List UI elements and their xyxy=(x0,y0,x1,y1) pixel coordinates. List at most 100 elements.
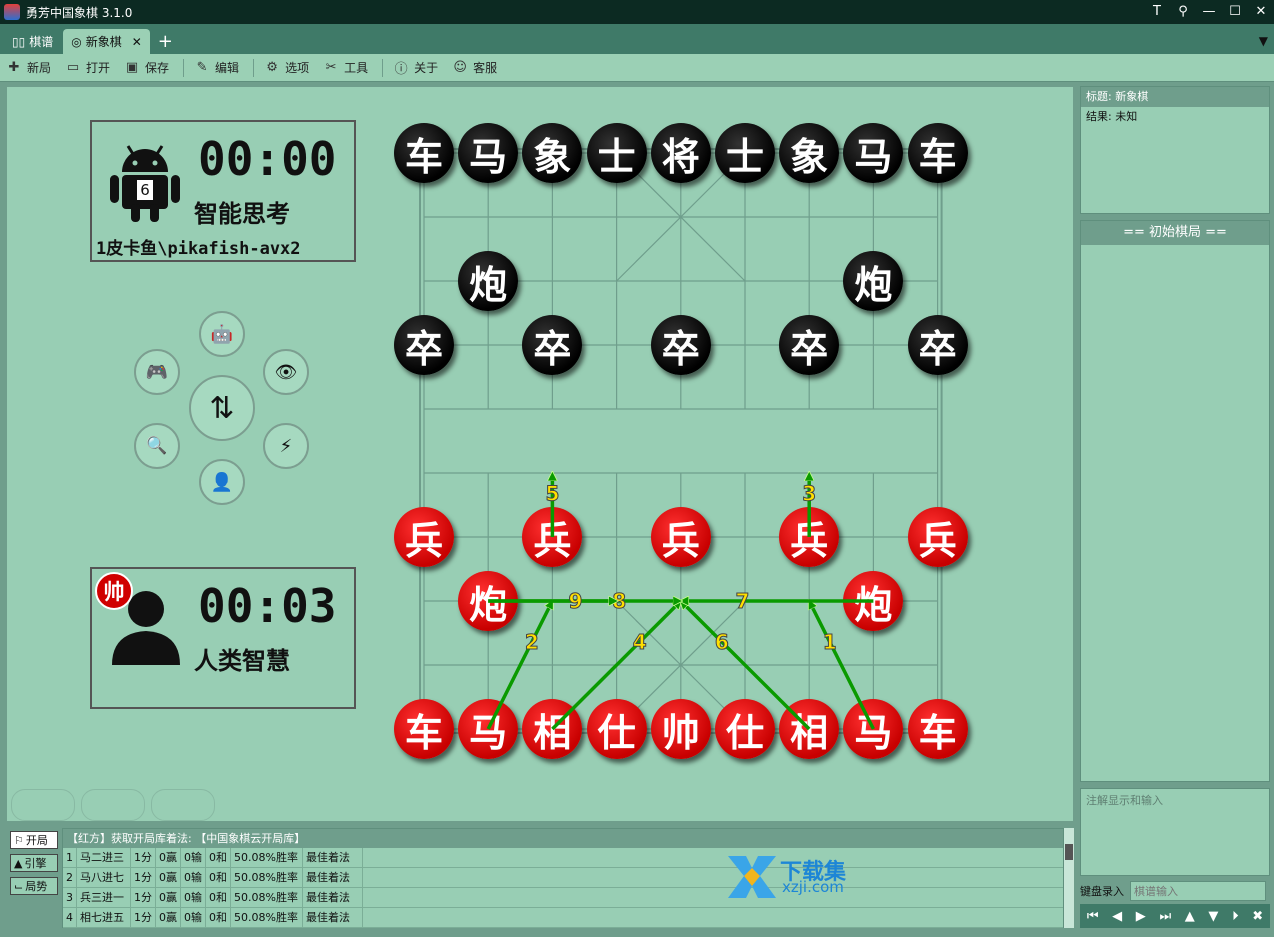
move-input[interactable] xyxy=(1130,881,1266,901)
toolbar-edit-button[interactable]: ✎ 编辑 xyxy=(194,59,239,76)
first-move-icon[interactable]: ⏮ xyxy=(1087,909,1099,924)
black-piece[interactable]: 车 xyxy=(394,123,454,183)
red-piece[interactable]: 车 xyxy=(907,699,968,759)
toolbar-label: 保存 xyxy=(145,61,170,75)
opening-book-row[interactable]: 4 相七进五 1分 0赢 0输 0和 50.08%胜率 最佳着法 xyxy=(63,908,1063,928)
black-piece[interactable]: 卒 xyxy=(779,315,840,375)
game-title-row[interactable]: 标题: 新象棋 xyxy=(1081,87,1269,107)
opening-book-cell: 2 xyxy=(63,868,77,887)
black-piece[interactable]: 卒 xyxy=(394,315,454,375)
toolbar-save-button[interactable]: ▣ 保存 xyxy=(124,59,169,76)
skin-button[interactable]: T xyxy=(1144,0,1170,24)
app-icon xyxy=(4,4,20,20)
next-move-icon[interactable]: ▶ xyxy=(1136,909,1146,924)
black-piece[interactable]: 士 xyxy=(715,123,775,183)
toolbar-chat-button[interactable]: ☺ 客服 xyxy=(452,59,497,76)
tab-close-icon[interactable]: ✕ xyxy=(132,35,142,49)
move-list: == 初始棋局 == xyxy=(1080,220,1270,782)
toolbar-label: 新局 xyxy=(27,61,52,75)
black-piece[interactable]: 士 xyxy=(586,123,647,183)
red-piece[interactable]: 相 xyxy=(522,699,583,759)
red-piece[interactable]: 仕 xyxy=(715,699,775,759)
red-piece[interactable]: 车 xyxy=(394,699,454,759)
black-piece[interactable]: 车 xyxy=(907,123,968,183)
pin-button[interactable]: ⚲ xyxy=(1170,0,1196,24)
red-piece[interactable]: 相 xyxy=(779,699,840,759)
red-piece[interactable]: 兵 xyxy=(907,507,968,567)
bottom-tab-1[interactable]: ▲ 引擎 xyxy=(10,854,58,872)
title-bar: 勇芳中国象棋 3.1.0 T ⚲ — ☐ ✕ xyxy=(0,0,1274,24)
comment-box[interactable]: 注解显示和输入 xyxy=(1080,788,1270,876)
tab-menu-button[interactable]: ▼ xyxy=(1259,34,1268,48)
black-piece[interactable]: 炮 xyxy=(843,251,904,311)
toolbar-separator xyxy=(183,58,185,77)
black-piece[interactable]: 卒 xyxy=(522,315,583,375)
red-piece[interactable]: 马 xyxy=(843,699,904,759)
bottom-tab-2[interactable]: ⌙ 局势 xyxy=(10,877,58,895)
opening-book-cell: 马二进三 xyxy=(77,848,131,867)
prev-move-icon[interactable]: ◀ xyxy=(1112,909,1122,924)
black-piece[interactable]: 象 xyxy=(522,123,583,183)
tab-new-game[interactable]: ◎ 新象棋 ✕ xyxy=(63,29,150,54)
opening-book-cell: 0输 xyxy=(181,908,206,927)
vertical-scrollbar[interactable] xyxy=(1064,828,1074,928)
close-window-button[interactable]: ✕ xyxy=(1248,0,1274,24)
toolbar-tools-button[interactable]: ✂ 工具 xyxy=(323,59,368,76)
black-piece[interactable]: 卒 xyxy=(650,315,711,375)
tools-icon: ✂ xyxy=(325,60,337,75)
red-piece[interactable]: 仕 xyxy=(586,699,647,759)
red-piece[interactable]: 炮 xyxy=(843,571,904,631)
toolbar-folder-button[interactable]: ▭ 打开 xyxy=(65,59,110,76)
last-move-icon[interactable]: ⏭ xyxy=(1159,909,1171,924)
red-piece[interactable]: 兵 xyxy=(650,507,711,567)
close-icon[interactable]: ✖ xyxy=(1252,909,1263,924)
toolbar-separator xyxy=(382,58,384,77)
opening-book-cell: 0赢 xyxy=(156,848,181,867)
black-piece[interactable]: 马 xyxy=(843,123,904,183)
opening-book-cell: 0和 xyxy=(206,908,231,927)
opening-book-row[interactable]: 1 马二进三 1分 0赢 0输 0和 50.08%胜率 最佳着法 xyxy=(63,848,1063,868)
target-icon: ◎ xyxy=(71,34,82,49)
scroll-thumb[interactable] xyxy=(1065,844,1073,860)
tab-qipu[interactable]: ▯▯ 棋谱 xyxy=(4,29,61,54)
opening-book-cell: 最佳着法 xyxy=(303,868,363,887)
red-piece[interactable]: 炮 xyxy=(458,571,519,631)
opening-book-cell: 0输 xyxy=(181,868,206,887)
minimize-button[interactable]: — xyxy=(1196,0,1222,24)
toolbar-label: 工具 xyxy=(344,61,369,75)
edit-icon: ✎ xyxy=(196,60,208,75)
up-icon[interactable]: ▲ xyxy=(1185,909,1195,924)
red-piece[interactable]: 兵 xyxy=(522,507,583,567)
move-list-header[interactable]: == 初始棋局 == xyxy=(1081,221,1269,245)
red-piece[interactable]: 马 xyxy=(458,699,519,759)
info-icon: ⓘ xyxy=(394,62,408,77)
black-piece[interactable]: 马 xyxy=(458,123,519,183)
game-result-row[interactable]: 结果: 未知 xyxy=(1081,107,1269,127)
toolbar-gear-button[interactable]: ⚙ 选项 xyxy=(264,59,309,76)
black-piece[interactable]: 卒 xyxy=(907,315,968,375)
black-piece[interactable]: 炮 xyxy=(458,251,519,311)
red-piece[interactable]: 兵 xyxy=(394,507,454,567)
flag-icon: ⚐ xyxy=(14,833,24,847)
black-piece[interactable]: 象 xyxy=(779,123,840,183)
bottom-tab-label: 局势 xyxy=(25,880,48,893)
window-title: 勇芳中国象棋 3.1.0 xyxy=(26,5,133,20)
opening-book-row[interactable]: 2 马八进七 1分 0赢 0输 0和 50.08%胜率 最佳着法 xyxy=(63,868,1063,888)
watermark: 下载集 xzji.com xyxy=(724,852,864,900)
maximize-button[interactable]: ☐ xyxy=(1222,0,1248,24)
opening-book-cell: 1分 xyxy=(131,848,156,867)
bottom-tab-0[interactable]: ⚐ 开局 xyxy=(10,831,58,849)
play-icon[interactable]: ⏵ xyxy=(1232,909,1239,924)
black-piece[interactable]: 将 xyxy=(650,123,711,183)
add-tab-button[interactable]: + xyxy=(152,29,179,54)
toolbar-info-button[interactable]: ⓘ 关于 xyxy=(393,59,439,77)
opening-book-cell: 0和 xyxy=(206,868,231,887)
toolbar-new-game-button[interactable]: ✚ 新局 xyxy=(6,59,51,76)
keyboard-entry: 键盘录入 xyxy=(1080,880,1270,902)
toolbar-label: 选项 xyxy=(285,61,310,75)
opening-book-row[interactable]: 3 兵三进一 1分 0赢 0输 0和 50.08%胜率 最佳着法 xyxy=(63,888,1063,908)
down-icon[interactable]: ▼ xyxy=(1208,909,1218,924)
red-piece[interactable]: 兵 xyxy=(779,507,840,567)
opening-book-panel: 【红方】获取开局库着法: 【中国象棋云开局库】 1 马二进三 1分 0赢 0输 0和 50.… xyxy=(62,828,1064,928)
red-piece[interactable]: 帅 xyxy=(650,699,711,759)
